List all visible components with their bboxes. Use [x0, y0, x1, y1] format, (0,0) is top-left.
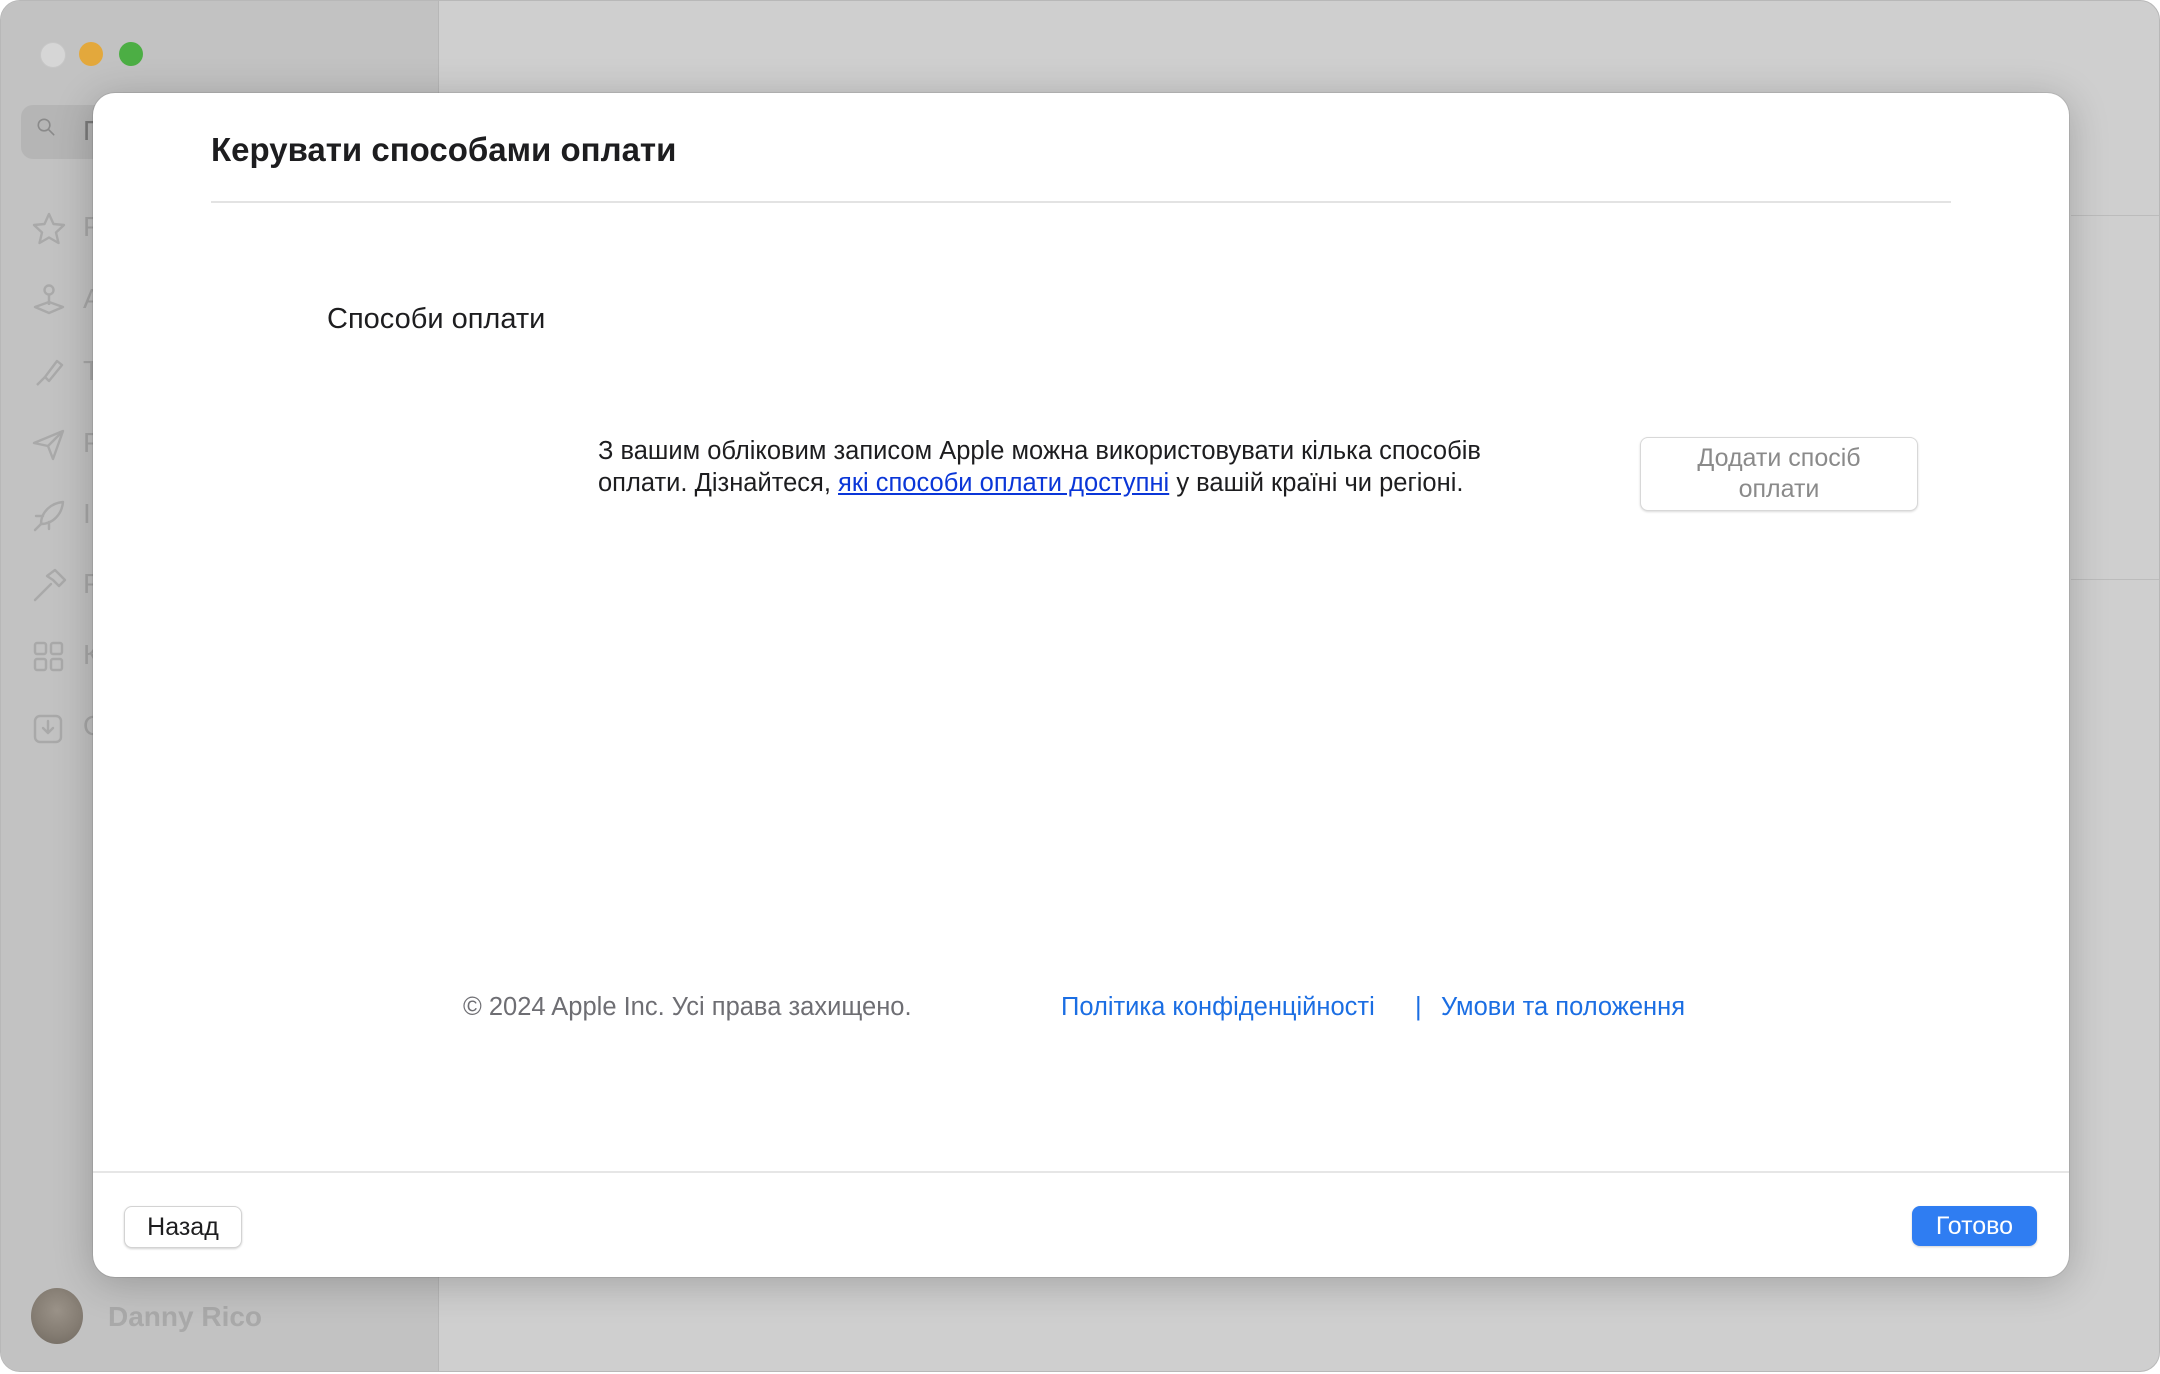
- add-button-label-line1: Додати спосіб: [1697, 444, 1861, 472]
- info-text-after-link: у вашій країні чи регіоні.: [1169, 469, 1464, 497]
- sidebar-item-3[interactable]: Т: [31, 355, 101, 395]
- hammer-icon: [33, 568, 67, 602]
- info-line-1: З вашим обліковим записом Apple можна ви…: [598, 437, 1481, 465]
- payment-info-text: З вашим обліковим записом Apple можна ви…: [598, 435, 1628, 499]
- paperplane-icon: [32, 429, 65, 461]
- download-icon: [33, 714, 63, 744]
- close-window-button[interactable]: [40, 42, 66, 68]
- sidebar-item-4[interactable]: Р: [31, 427, 102, 467]
- back-button[interactable]: Назад: [124, 1206, 242, 1248]
- avatar[interactable]: [31, 1288, 83, 1344]
- sidebar-item-2[interactable]: А: [31, 283, 102, 323]
- footer-separator: |: [1415, 993, 1422, 1021]
- sidebar-item-label: І: [83, 498, 91, 529]
- section-title: Способи оплати: [327, 303, 546, 335]
- star-icon: [32, 212, 66, 245]
- sidebar-item-6[interactable]: Р: [31, 568, 102, 608]
- available-payment-methods-link[interactable]: які способи оплати доступні: [838, 469, 1169, 497]
- sidebar-item-1[interactable]: Р: [31, 211, 102, 251]
- manage-payment-sheet: Керувати способами оплати Способи оплати…: [93, 93, 2069, 1277]
- minimize-window-button[interactable]: [79, 42, 103, 66]
- title-divider: [211, 201, 1951, 203]
- footer-divider: [93, 1171, 2069, 1173]
- grid-icon: [33, 641, 64, 672]
- background-divider: [2071, 579, 2159, 580]
- brush-icon: [36, 359, 64, 386]
- user-name[interactable]: Danny Rico: [108, 1301, 262, 1333]
- background-divider: [2071, 215, 2159, 216]
- done-button[interactable]: Готово: [1912, 1206, 2037, 1246]
- sidebar-item-8[interactable]: О: [31, 710, 105, 750]
- sidebar-item-7[interactable]: К: [31, 639, 101, 679]
- copyright-text: © 2024 Apple Inc. Усі права захищено.: [463, 993, 912, 1021]
- info-line-2: оплати. Дізнайтеся, які способи оплати д…: [598, 467, 1628, 499]
- terms-link[interactable]: Умови та положення: [1441, 993, 1685, 1022]
- add-payment-method-button[interactable]: Додати спосіб оплати: [1640, 437, 1918, 511]
- sheet-title: Керувати способами оплати: [211, 131, 677, 168]
- screen: П Р А Т: [0, 0, 2160, 1374]
- add-button-label-line2: оплати: [1738, 475, 1820, 503]
- sidebar-item-5[interactable]: І: [31, 498, 101, 538]
- joystick-icon: [33, 284, 65, 315]
- search-icon: [37, 118, 55, 136]
- rocket-icon: [33, 500, 65, 532]
- privacy-policy-link[interactable]: Політика конфіденційності: [1061, 993, 1375, 1022]
- info-text-before-link: оплати. Дізнайтеся,: [598, 469, 839, 497]
- zoom-window-button[interactable]: [119, 42, 143, 66]
